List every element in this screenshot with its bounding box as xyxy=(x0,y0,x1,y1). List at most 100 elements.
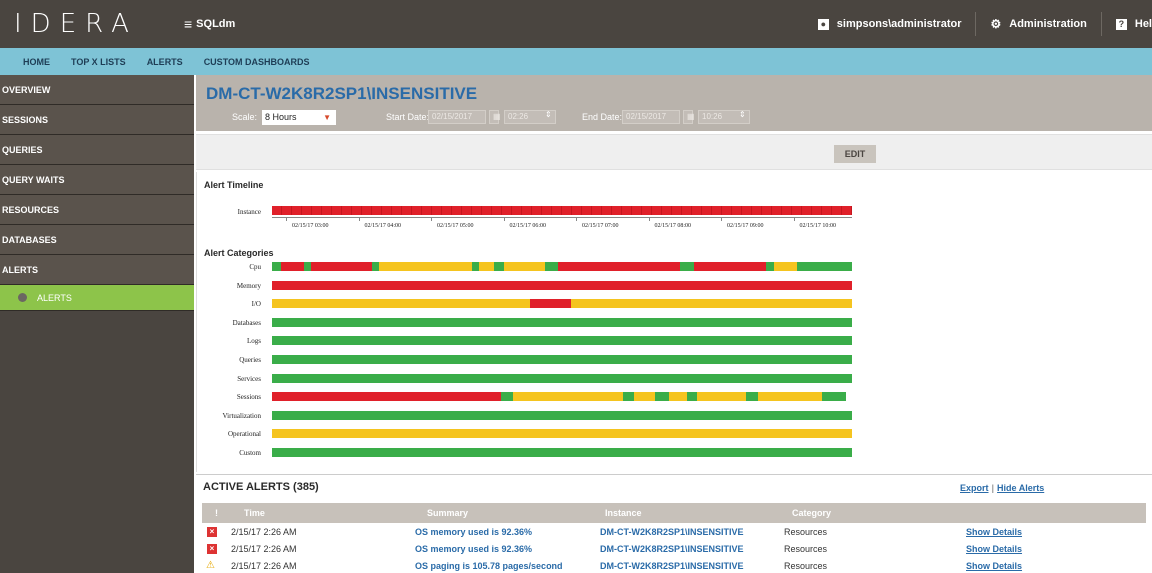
show-details-link[interactable]: Show Details xyxy=(966,527,1022,537)
timeline-bar[interactable] xyxy=(272,206,852,215)
col-category[interactable]: Category xyxy=(792,508,831,518)
administration-menu[interactable]: ⚙ Administration xyxy=(975,12,1100,36)
category-segment[interactable] xyxy=(686,392,698,402)
table-row[interactable]: × 2/15/17 2:26 AM OS memory used is 92.3… xyxy=(202,542,1146,557)
nav-home[interactable]: HOME xyxy=(0,57,50,67)
timeline-segment[interactable] xyxy=(812,206,822,215)
category-segment[interactable] xyxy=(654,392,670,402)
timeline-segment[interactable] xyxy=(822,206,832,215)
category-segment[interactable] xyxy=(693,262,767,271)
category-segment[interactable] xyxy=(303,262,311,271)
category-bar[interactable] xyxy=(272,336,852,346)
timeline-segment[interactable] xyxy=(382,206,392,215)
category-segment[interactable] xyxy=(757,392,822,402)
timeline-segment[interactable] xyxy=(362,206,372,215)
nav-alerts[interactable]: ALERTS xyxy=(126,57,183,67)
category-segment[interactable] xyxy=(280,262,304,271)
timeline-segment[interactable] xyxy=(642,206,652,215)
calendar-icon[interactable]: ▦ xyxy=(489,110,501,124)
menu-icon[interactable]: ≡ xyxy=(184,16,192,32)
col-time[interactable]: Time xyxy=(244,508,265,518)
alert-summary[interactable]: OS memory used is 92.36% xyxy=(415,544,532,554)
category-bar[interactable] xyxy=(272,299,852,309)
table-row[interactable]: × 2/15/17 2:26 AM OS memory used is 92.3… xyxy=(202,525,1146,540)
timeline-segment[interactable] xyxy=(562,206,572,215)
category-bar[interactable] xyxy=(272,429,852,439)
category-segment[interactable] xyxy=(272,355,852,364)
timeline-segment[interactable] xyxy=(422,206,432,215)
timeline-segment[interactable] xyxy=(722,206,732,215)
category-segment[interactable] xyxy=(501,392,513,402)
timeline-segment[interactable] xyxy=(502,206,512,215)
category-segment[interactable] xyxy=(679,262,694,271)
alert-instance[interactable]: DM-CT-W2K8R2SP1\INSENSITIVE xyxy=(600,561,744,571)
sidebar-item-resources[interactable]: RESOURCES xyxy=(0,195,194,225)
timeline-segment[interactable] xyxy=(672,206,682,215)
sidebar-item-queries[interactable]: QUERIES xyxy=(0,135,194,165)
timeline-segment[interactable] xyxy=(412,206,422,215)
timeline-segment[interactable] xyxy=(842,206,852,215)
sidebar-item-databases[interactable]: DATABASES xyxy=(0,225,194,255)
sidebar-item-query-waits[interactable]: QUERY WAITS xyxy=(0,165,194,195)
timeline-segment[interactable] xyxy=(742,206,752,215)
timeline-segment[interactable] xyxy=(582,206,592,215)
col-instance[interactable]: Instance xyxy=(605,508,642,518)
category-segment[interactable] xyxy=(697,392,747,402)
category-segment[interactable] xyxy=(272,280,852,290)
category-bar[interactable] xyxy=(272,448,852,457)
timeline-segment[interactable] xyxy=(782,206,792,215)
category-segment[interactable] xyxy=(272,373,852,383)
category-segment[interactable] xyxy=(821,392,847,402)
category-segment[interactable] xyxy=(371,262,380,271)
timeline-segment[interactable] xyxy=(482,206,492,215)
nav-top-x-lists[interactable]: TOP X LISTS xyxy=(50,57,126,67)
timeline-segment[interactable] xyxy=(492,206,502,215)
timeline-segment[interactable] xyxy=(462,206,472,215)
timeline-segment[interactable] xyxy=(512,206,522,215)
category-segment[interactable] xyxy=(272,262,281,271)
start-date-input[interactable]: 02/15/2017 xyxy=(428,110,486,124)
hide-alerts-link[interactable]: Hide Alerts xyxy=(997,483,1044,493)
category-segment[interactable] xyxy=(530,299,571,309)
timeline-segment[interactable] xyxy=(272,206,282,215)
category-segment[interactable] xyxy=(746,392,758,402)
sidebar-subitem-alerts[interactable]: ALERTS xyxy=(0,285,194,311)
category-segment[interactable] xyxy=(472,262,479,271)
sidebar-item-overview[interactable]: OVERVIEW xyxy=(0,75,194,105)
category-segment[interactable] xyxy=(622,392,635,402)
timeline-segment[interactable] xyxy=(402,206,412,215)
timeline-segment[interactable] xyxy=(452,206,462,215)
end-date-input[interactable]: 02/15/2017 xyxy=(622,110,680,124)
timeline-segment[interactable] xyxy=(442,206,452,215)
timeline-segment[interactable] xyxy=(592,206,602,215)
timeline-segment[interactable] xyxy=(472,206,482,215)
timeline-segment[interactable] xyxy=(392,206,402,215)
timeline-segment[interactable] xyxy=(752,206,762,215)
spinner-icon[interactable]: ⇕ xyxy=(545,110,552,119)
timeline-segment[interactable] xyxy=(342,206,352,215)
timeline-segment[interactable] xyxy=(552,206,562,215)
category-segment[interactable] xyxy=(557,262,680,271)
timeline-segment[interactable] xyxy=(692,206,702,215)
category-segment[interactable] xyxy=(272,392,502,402)
category-bar[interactable] xyxy=(272,317,852,327)
category-segment[interactable] xyxy=(570,299,852,309)
timeline-segment[interactable] xyxy=(542,206,552,215)
category-segment[interactable] xyxy=(766,262,774,271)
category-segment[interactable] xyxy=(272,317,852,327)
category-segment[interactable] xyxy=(512,392,623,402)
alert-summary[interactable]: OS paging is 105.78 pages/second xyxy=(415,561,563,571)
timeline-segment[interactable] xyxy=(372,206,382,215)
category-bar[interactable] xyxy=(272,280,852,290)
timeline-segment[interactable] xyxy=(712,206,722,215)
idera-logo[interactable]: IDERA xyxy=(14,9,164,39)
timeline-segment[interactable] xyxy=(532,206,542,215)
export-link[interactable]: Export xyxy=(960,483,989,493)
category-segment[interactable] xyxy=(272,299,531,309)
timeline-segment[interactable] xyxy=(632,206,642,215)
spinner-icon[interactable]: ⇕ xyxy=(739,110,746,119)
category-segment[interactable] xyxy=(272,336,852,346)
category-segment[interactable] xyxy=(379,262,473,271)
category-bar[interactable] xyxy=(272,355,852,364)
timeline-segment[interactable] xyxy=(282,206,292,215)
